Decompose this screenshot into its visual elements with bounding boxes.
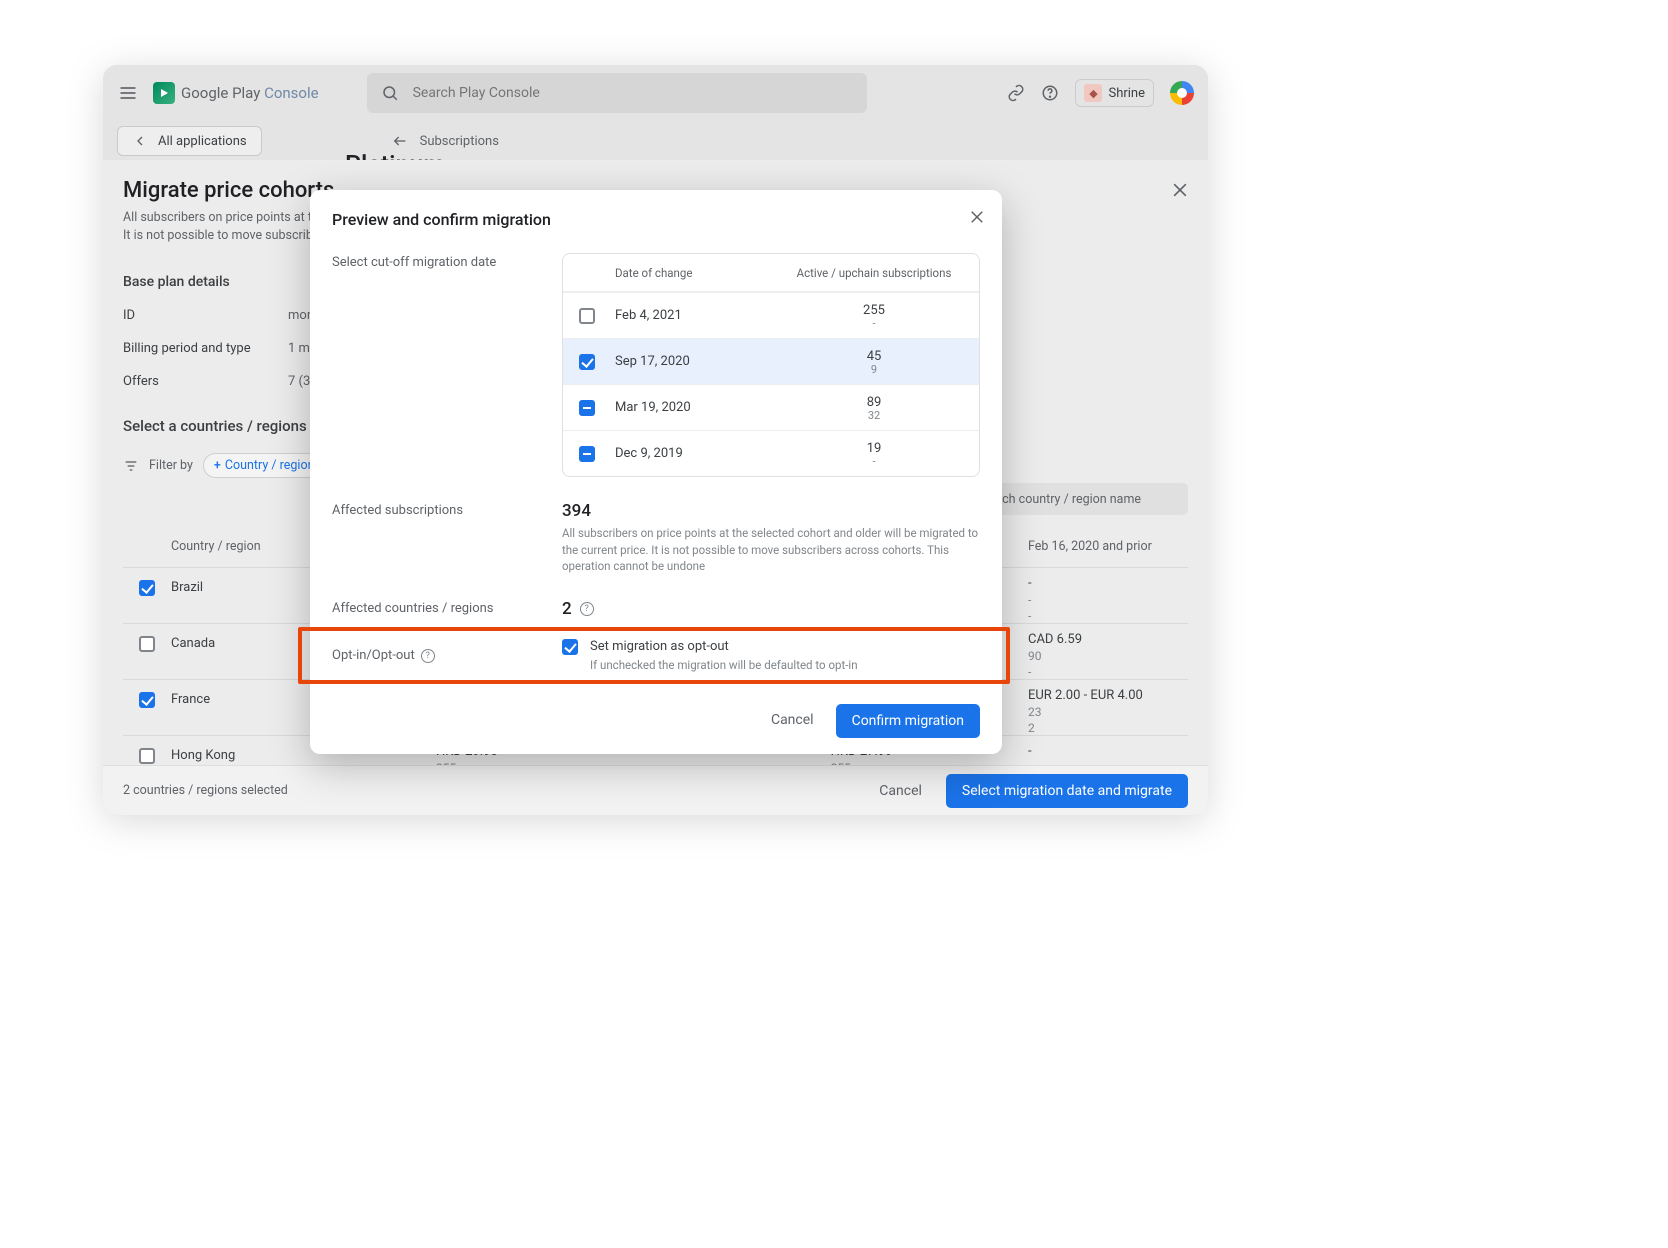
app-selector[interactable]: ◆ Shrine <box>1075 79 1154 107</box>
search-icon <box>381 84 399 102</box>
help-icon[interactable]: ? <box>421 649 435 663</box>
date-checkbox[interactable] <box>579 354 595 370</box>
search-country-input[interactable]: rch country / region name <box>988 483 1188 515</box>
active-count: 255 <box>863 303 885 318</box>
product-name: Google Play Console <box>181 84 319 102</box>
col-date-of-change: Date of change <box>611 266 769 280</box>
subscriptions-breadcrumb[interactable]: Subscriptions <box>392 133 499 149</box>
date-row[interactable]: Feb 4, 2021 255- <box>563 292 979 338</box>
date-value: Mar 19, 2020 <box>611 400 769 415</box>
product-logo[interactable]: Google Play Console <box>153 82 319 104</box>
affected-subs-value: 394 <box>562 501 980 521</box>
bp-id-key: ID <box>123 308 288 323</box>
help-icon[interactable] <box>1041 84 1059 102</box>
active-count: 19 <box>867 441 882 456</box>
filter-icon <box>123 458 139 474</box>
affected-subs-key: Affected subscriptions <box>332 501 562 575</box>
upchain-count: 32 <box>868 410 880 421</box>
row-checkbox[interactable] <box>139 580 155 596</box>
affected-subs-desc: All subscribers on price points at the s… <box>562 525 980 575</box>
filter-chip-country[interactable]: +Country / region <box>203 453 326 478</box>
opt-out-label: Set migration as opt-out <box>590 639 858 654</box>
menu-icon[interactable] <box>117 82 139 104</box>
play-icon <box>153 82 175 104</box>
row-checkbox[interactable] <box>139 748 155 764</box>
modal-title: Preview and confirm migration <box>332 210 980 229</box>
date-value: Sep 17, 2020 <box>611 354 769 369</box>
close-icon[interactable] <box>1170 180 1190 204</box>
upchain-count: - <box>872 456 875 467</box>
date-checkbox[interactable] <box>579 308 595 324</box>
bp-offers-key: Offers <box>123 374 288 389</box>
cutoff-date-table: Date of change Active / upchain subscrip… <box>562 253 980 477</box>
date-value: Dec 9, 2019 <box>611 446 769 461</box>
app-name: Shrine <box>1108 86 1145 101</box>
link-icon[interactable] <box>1007 84 1025 102</box>
panel-footer: 2 countries / regions selected Cancel Se… <box>103 765 1208 815</box>
opt-out-desc: If unchecked the migration will be defau… <box>590 658 858 672</box>
modal-cancel-button[interactable]: Cancel <box>761 704 824 738</box>
cancel-button[interactable]: Cancel <box>865 775 936 807</box>
confirm-migration-button[interactable]: Confirm migration <box>836 704 980 738</box>
row-checkbox[interactable] <box>139 636 155 652</box>
all-apps-label: All applications <box>158 134 247 149</box>
upchain-count: - <box>872 318 875 329</box>
active-count: 45 <box>867 349 882 364</box>
affected-countries-value: 2 <box>562 599 572 619</box>
date-value: Feb 4, 2021 <box>611 308 769 323</box>
selection-count: 2 countries / regions selected <box>123 783 288 798</box>
filter-label: Filter by <box>149 458 193 473</box>
app-header: Google Play Console ◆ Shrine <box>103 65 1208 121</box>
search-box[interactable] <box>367 73 867 113</box>
subheader: All applications Subscriptions <box>103 121 1208 161</box>
help-icon[interactable]: ? <box>580 602 594 616</box>
affected-countries-key: Affected countries / regions <box>332 599 562 619</box>
date-row[interactable]: Dec 9, 2019 19- <box>563 430 979 476</box>
search-input[interactable] <box>413 85 853 101</box>
select-date-migrate-button[interactable]: Select migration date and migrate <box>946 774 1188 808</box>
chip-label: Country / region <box>225 458 315 473</box>
app-icon: ◆ <box>1084 84 1102 102</box>
account-avatar[interactable] <box>1170 81 1194 105</box>
date-checkbox[interactable] <box>579 446 595 462</box>
opt-out-checkbox[interactable] <box>562 639 578 655</box>
col-active-subs: Active / upchain subscriptions <box>769 266 979 280</box>
active-count: 89 <box>867 395 882 410</box>
upchain-count: 9 <box>871 364 877 375</box>
all-apps-button[interactable]: All applications <box>117 126 262 156</box>
col-prior-date: Feb 16, 2020 and prior <box>1028 539 1188 554</box>
opt-key: Opt-in/Opt-out <box>332 648 415 663</box>
row-checkbox[interactable] <box>139 692 155 708</box>
breadcrumb-label: Subscriptions <box>420 134 499 149</box>
date-row[interactable]: Mar 19, 2020 8932 <box>563 384 979 430</box>
preview-confirm-modal: Preview and confirm migration Select cut… <box>310 190 1002 754</box>
cutoff-label: Select cut-off migration date <box>332 253 562 477</box>
date-row[interactable]: Sep 17, 2020 459 <box>563 338 979 384</box>
close-icon[interactable] <box>968 208 986 230</box>
bp-billing-key: Billing period and type <box>123 341 288 356</box>
date-checkbox[interactable] <box>579 400 595 416</box>
